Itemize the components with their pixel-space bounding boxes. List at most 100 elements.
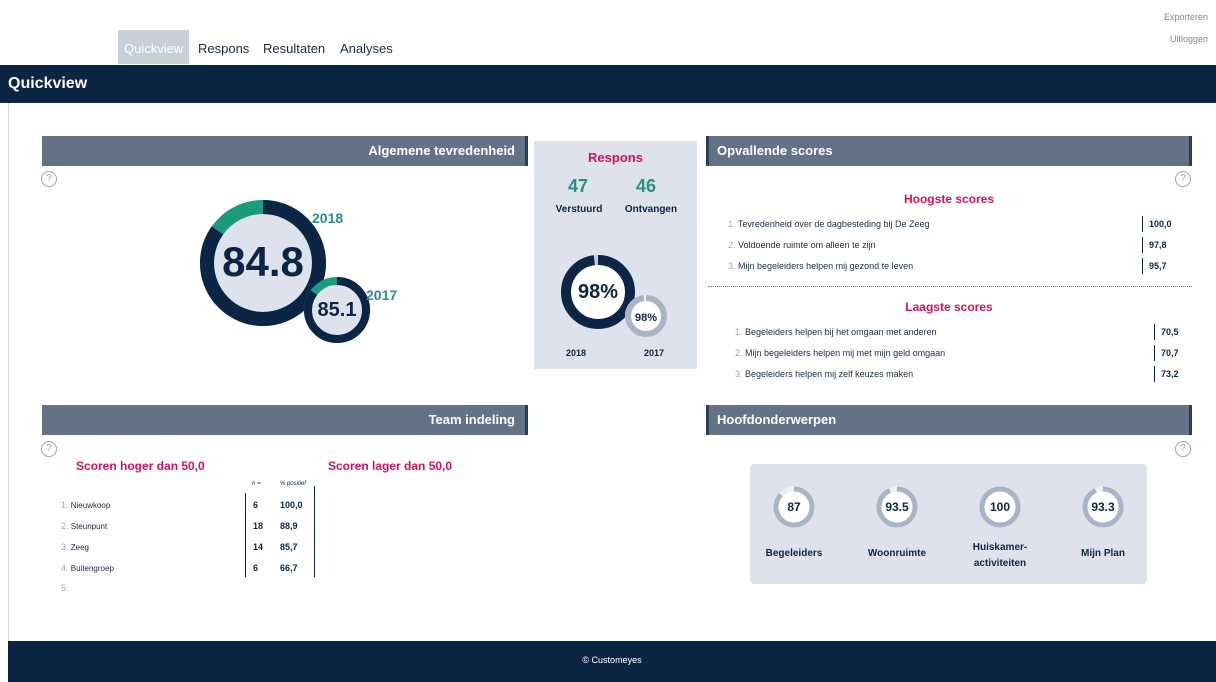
team-name: Buitengroep (70, 564, 114, 573)
lowest-value-2: 70,7 (1154, 345, 1179, 361)
respons-received-label: Ontvangen (624, 204, 678, 215)
hoofd-help-icon[interactable]: ? (1175, 441, 1191, 457)
lowest-value-1: 70,5 (1154, 324, 1179, 340)
highest-row-1: 1. Tevredenheid over de dagbesteding bij… (728, 219, 930, 229)
row-number: 2. (728, 240, 736, 250)
tevredenheid-help-icon[interactable]: ? (41, 171, 57, 187)
tevredenheid-2017-year: 2017 (366, 287, 398, 303)
scores-divider (708, 286, 1192, 287)
tevredenheid-2018-year: 2018 (312, 210, 344, 226)
row-label: Begeleiders helpen bij het omgaan met an… (745, 327, 937, 337)
topic-value-huiskamer: 100 (989, 500, 1011, 514)
tab-quickview[interactable]: Quickview (118, 30, 190, 64)
team-header: Team indeling (42, 405, 528, 435)
team-row-4: 4. Buitengroep (61, 563, 114, 573)
team-col-pct-header: % positief (280, 481, 307, 487)
row-number: 3. (61, 542, 69, 552)
hoofd-header-title: Hoofdonderwerpen (717, 412, 837, 427)
team-n-4: 6 (253, 563, 259, 573)
topic-label-huiskamer: Huiskamer-activiteiten (972, 542, 1028, 569)
row-number: 1. (61, 500, 69, 510)
tevredenheid-2018-value: 84.8 (222, 238, 304, 285)
page-title: Quickview (8, 75, 88, 92)
tevredenheid-header-title: Algemene tevredenheid (368, 143, 515, 158)
respons-2017-year: 2017 (644, 348, 665, 358)
highest-row-3: 3. Mijn begeleiders helpen mij gezond te… (728, 261, 913, 271)
topic-label-mijn-plan: Mijn Plan (1081, 548, 1125, 559)
team-higher-title: Scoren hoger dan 50,0 (76, 459, 205, 473)
topic-value-mijn-plan: 93.3 (1091, 500, 1115, 514)
respons-received-value: 46 (635, 176, 657, 196)
tab-resultaten[interactable]: Resultaten (263, 30, 325, 64)
team-name: Zeeg (70, 543, 89, 552)
row-label: Mijn begeleiders helpen mij met mijn gel… (745, 348, 946, 358)
row-label: Mijn begeleiders helpen mij gezond te le… (738, 261, 914, 271)
tab-respons[interactable]: Respons (198, 30, 249, 64)
row-number: 2. (735, 348, 743, 358)
team-pct-3: 85,7 (280, 542, 298, 552)
highest-value-2: 97,8 (1142, 237, 1167, 253)
tab-analyses[interactable]: Analyses (340, 30, 393, 64)
export-link[interactable]: Exporteren (1164, 12, 1208, 22)
row-number: 5. (61, 583, 69, 593)
lowest-row-1: 1. Begeleiders helpen bij het omgaan met… (735, 327, 937, 337)
row-number: 2. (61, 521, 69, 531)
team-row-3: 3. Zeeg (61, 542, 89, 552)
opvallend-header: Opvallende scores (706, 136, 1192, 166)
footer: © Customeyes (8, 641, 1216, 682)
hoofd-panel: 87 93.5 100 93.3 Begeleiders Woonruimte … (750, 464, 1147, 584)
team-lower-title: Scoren lager dan 50,0 (328, 459, 453, 473)
logout-link[interactable]: Uitloggen (1170, 34, 1208, 44)
respons-2018-value: 98% (577, 281, 619, 303)
team-pct-4: 66,7 (280, 563, 298, 573)
opvallend-header-title: Opvallende scores (717, 143, 833, 158)
lowest-row-3: 3. Begeleiders helpen mij zelf keuzes ma… (735, 369, 913, 379)
row-label: Tevredenheid over de dagbesteding bij De… (737, 219, 930, 229)
highest-value-3: 95,7 (1142, 258, 1167, 274)
row-label: Begeleiders helpen mij zelf keuzes maken (745, 369, 914, 379)
team-n-1: 6 (253, 500, 259, 510)
team-n-2: 18 (253, 521, 264, 531)
respons-sent-value: 47 (567, 176, 589, 196)
lowest-scores-title: Laagste scores (905, 300, 993, 314)
highest-value-1: 100,0 (1142, 216, 1172, 232)
row-number: 1. (728, 219, 736, 229)
respons-2018-year: 2018 (566, 348, 587, 358)
team-col-n-header: n = (252, 481, 261, 487)
topic-label-begeleiders: Begeleiders (765, 548, 823, 559)
row-number: 3. (728, 261, 736, 271)
row-number: 3. (735, 369, 743, 379)
row-label: Voldoende ruimte om alleen te zijn (738, 240, 876, 250)
highest-row-2: 2. Voldoende ruimte om alleen te zijn (728, 240, 876, 250)
team-row-2: 2. Steunpunt (61, 521, 107, 531)
row-number: 4. (61, 563, 69, 573)
row-number: 1. (735, 327, 743, 337)
page-title-bar: Quickview (0, 65, 1216, 103)
hoofd-header: Hoofdonderwerpen (706, 405, 1192, 435)
tevredenheid-header: Algemene tevredenheid (42, 136, 528, 166)
team-col-divider-n (245, 493, 246, 577)
footer-copyright: © Customeyes (582, 655, 642, 665)
team-pct-1: 100,0 (280, 500, 303, 510)
team-help-icon[interactable]: ? (41, 441, 57, 457)
team-pct-2: 88,9 (280, 521, 298, 531)
topic-value-woonruimte: 93.5 (885, 500, 909, 514)
respons-sent-label: Verstuurd (555, 204, 603, 215)
respons-panel: Respons 47 Verstuurd 46 Ontvangen 98% 98… (534, 141, 697, 369)
respons-title: Respons (588, 150, 643, 165)
respons-2017-value: 98% (634, 312, 658, 324)
topic-label-woonruimte: Woonruimte (867, 548, 927, 559)
topic-value-begeleiders: 87 (787, 500, 801, 514)
lowest-row-2: 2. Mijn begeleiders helpen mij met mijn … (735, 348, 945, 358)
team-n-3: 14 (253, 542, 264, 552)
highest-scores-title: Hoogste scores (903, 192, 995, 206)
team-name: Nieuwkoop (70, 501, 111, 510)
team-row-5: 5. (61, 583, 69, 593)
team-row-1: 1. Nieuwkoop (61, 500, 110, 510)
team-header-title: Team indeling (428, 412, 515, 427)
tevredenheid-2017-value: 85.1 (317, 299, 357, 321)
opvallend-help-icon[interactable]: ? (1175, 171, 1191, 187)
team-col-divider-end (314, 486, 315, 577)
team-name: Steunpunt (70, 522, 108, 531)
lowest-value-3: 73,2 (1154, 366, 1179, 382)
